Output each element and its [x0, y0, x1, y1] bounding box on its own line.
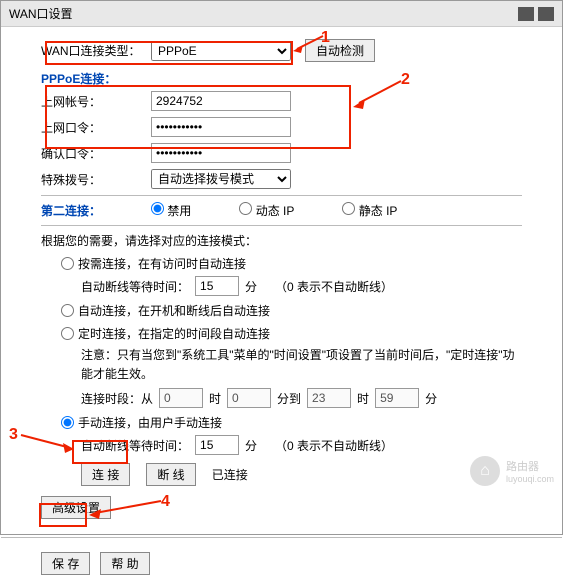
mode-auto-label: 自动连接，在开机和断线后自动连接: [78, 302, 270, 319]
second-conn-label: 第二连接：: [41, 202, 151, 219]
titlebar: WAN口设置: [1, 1, 562, 27]
mode-ondemand-label: 按需连接，在有访问时自动连接: [78, 255, 246, 272]
window-title: WAN口设置: [9, 5, 73, 22]
annotation-num-3: 3: [9, 426, 18, 444]
disc-wait-input-2[interactable]: [195, 435, 239, 455]
timed-note: 注意：只有当您到"系统工具"菜单的"时间设置"项设置了当前时间后，"定时连接"功…: [81, 346, 522, 384]
period-to-m[interactable]: [375, 388, 419, 408]
save-button[interactable]: 保 存: [41, 552, 90, 575]
arrow-3-icon: [19, 433, 74, 453]
watermark-icon: ⌂: [470, 456, 500, 486]
annotation-box-2: [45, 85, 351, 149]
mode-auto-radio[interactable]: [61, 304, 74, 317]
annotation-box-4: [39, 503, 87, 527]
help-button[interactable]: 帮 助: [100, 552, 149, 575]
disc-wait-label: 自动断线等待时间：: [81, 278, 189, 295]
disc-wait-input[interactable]: [195, 276, 239, 296]
connect-status: 已连接: [212, 466, 248, 483]
disc-hint: （0 表示不自动断线）: [275, 278, 393, 295]
second-disable-radio[interactable]: 禁用: [151, 202, 191, 219]
mode-timed-label: 定时连接，在指定的时间段自动连接: [78, 325, 270, 342]
second-dyn-radio[interactable]: 动态 IP: [239, 202, 294, 219]
annotation-box-1: [45, 41, 293, 65]
mode-intro: 根据您的需要，请选择对应的连接模式：: [41, 232, 522, 249]
minimize-icon[interactable]: [518, 7, 534, 21]
arrow-2-icon: [353, 79, 403, 109]
period-from-m[interactable]: [227, 388, 271, 408]
connect-button[interactable]: 连 接: [81, 463, 130, 486]
annotation-box-3: [72, 440, 128, 464]
period-from-h[interactable]: [159, 388, 203, 408]
arrow-4-icon: [89, 499, 164, 519]
watermark: ⌂ 路由器 luyouqi.com: [470, 456, 554, 486]
window-controls: [518, 7, 554, 21]
mode-manual-label: 手动连接，由用户手动连接: [78, 414, 222, 431]
period-to-h[interactable]: [307, 388, 351, 408]
second-static-radio[interactable]: 静态 IP: [342, 202, 397, 219]
arrow-1-icon: [293, 31, 333, 55]
disconnect-button[interactable]: 断 线: [146, 463, 195, 486]
maximize-icon[interactable]: [538, 7, 554, 21]
mode-manual-radio[interactable]: [61, 416, 74, 429]
mode-ondemand-radio[interactable]: [61, 257, 74, 270]
dial-label: 特殊拨号：: [41, 171, 151, 188]
mode-timed-radio[interactable]: [61, 327, 74, 340]
dial-select[interactable]: 自动选择拨号模式: [151, 169, 291, 189]
